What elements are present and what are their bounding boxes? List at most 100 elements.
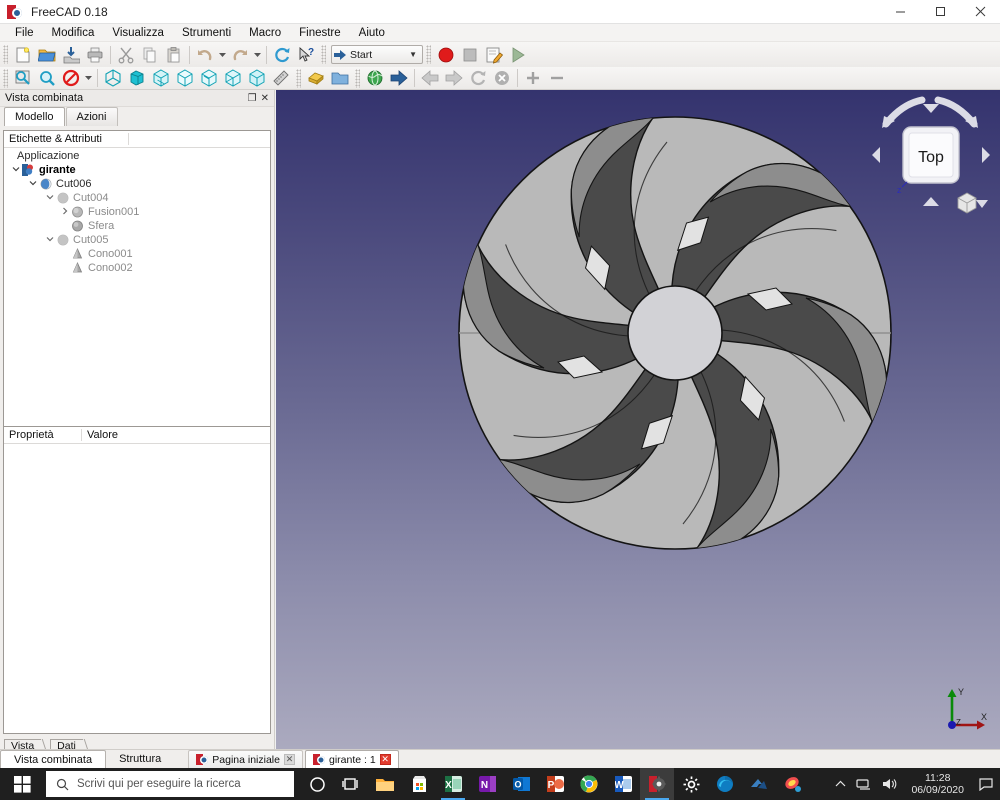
bottom-tab-struttura[interactable]: Struttura bbox=[106, 750, 175, 768]
3d-view[interactable]: Top z Y X Z bbox=[276, 90, 1000, 749]
back-icon[interactable] bbox=[418, 67, 442, 89]
taskbar-clock[interactable]: 11:28 06/09/2020 bbox=[903, 772, 972, 796]
go-forward-icon[interactable] bbox=[387, 67, 411, 89]
tree-item-fusion001[interactable]: Fusion001 bbox=[4, 205, 270, 219]
rear-view-icon[interactable] bbox=[197, 67, 221, 89]
document-tab-girante[interactable]: girante : 1 ✕ bbox=[304, 750, 399, 768]
macro-edit-icon[interactable] bbox=[482, 44, 506, 66]
tab-modello[interactable]: Modello bbox=[4, 107, 65, 126]
menu-strumenti[interactable]: Strumenti bbox=[173, 26, 240, 40]
volume-icon[interactable] bbox=[877, 768, 903, 800]
tree-item-cut006[interactable]: Cut006 bbox=[4, 177, 270, 191]
notifications-icon[interactable] bbox=[972, 768, 1000, 800]
forward-icon[interactable] bbox=[442, 67, 466, 89]
tab-azioni[interactable]: Azioni bbox=[65, 107, 118, 126]
macro-execute-icon[interactable] bbox=[506, 44, 530, 66]
document-tab-pagina-iniziale[interactable]: Pagina iniziale ✕ bbox=[188, 750, 303, 768]
close-icon[interactable]: ✕ bbox=[379, 754, 391, 765]
powerpoint-icon[interactable]: P bbox=[538, 768, 572, 800]
dock-float-button[interactable]: ❐ bbox=[248, 93, 257, 104]
network-icon[interactable] bbox=[851, 768, 877, 800]
edge-icon[interactable] bbox=[708, 768, 742, 800]
navigation-cube[interactable]: Top z bbox=[870, 90, 990, 225]
tree-item-sfera[interactable]: Sfera bbox=[4, 219, 270, 233]
undo-dropdown-arrow-icon[interactable] bbox=[217, 44, 228, 66]
print-icon[interactable] bbox=[83, 44, 107, 66]
outlook-icon[interactable]: O bbox=[504, 768, 538, 800]
word-icon[interactable]: W bbox=[606, 768, 640, 800]
redo-dropdown-arrow-icon[interactable] bbox=[252, 44, 263, 66]
property-editor[interactable]: Proprietà Valore bbox=[3, 426, 271, 734]
menu-visualizza[interactable]: Visualizza bbox=[103, 26, 173, 40]
open-document-icon[interactable] bbox=[35, 44, 59, 66]
tree-item-cut005[interactable]: Cut005 bbox=[4, 233, 270, 247]
bluestacks-icon[interactable] bbox=[742, 768, 776, 800]
chevron-down-icon[interactable] bbox=[44, 235, 55, 245]
dock-close-button[interactable]: ✕ bbox=[261, 93, 269, 104]
toolbar-grip[interactable] bbox=[296, 68, 301, 88]
menu-modifica[interactable]: Modifica bbox=[43, 26, 104, 40]
close-button[interactable] bbox=[960, 0, 1000, 24]
undo-icon[interactable] bbox=[193, 44, 217, 66]
toolbar-grip[interactable] bbox=[321, 45, 326, 64]
cut-icon[interactable] bbox=[114, 44, 138, 66]
tree-item-cono001[interactable]: Cono001 bbox=[4, 247, 270, 261]
menu-file[interactable]: File bbox=[6, 26, 43, 40]
menu-aiuto[interactable]: Aiuto bbox=[350, 26, 394, 40]
save-document-icon[interactable] bbox=[59, 44, 83, 66]
zoom-out-icon[interactable] bbox=[545, 67, 569, 89]
onenote-icon[interactable]: N bbox=[470, 768, 504, 800]
zoom-in-icon[interactable] bbox=[521, 67, 545, 89]
stop-icon[interactable] bbox=[490, 67, 514, 89]
file-explorer-icon[interactable] bbox=[368, 768, 402, 800]
draw-style-icon[interactable] bbox=[59, 67, 83, 89]
boolean-folder-icon[interactable] bbox=[328, 67, 352, 89]
microsoft-store-icon[interactable] bbox=[402, 768, 436, 800]
macro-record-icon[interactable] bbox=[434, 44, 458, 66]
menu-finestre[interactable]: Finestre bbox=[290, 26, 350, 40]
chrome-icon[interactable] bbox=[572, 768, 606, 800]
close-icon[interactable]: ✕ bbox=[283, 754, 295, 765]
toolbar-grip[interactable] bbox=[426, 45, 431, 64]
new-document-icon[interactable] bbox=[11, 44, 35, 66]
reload-icon[interactable] bbox=[466, 67, 490, 89]
whats-this-icon[interactable]: ? bbox=[294, 44, 318, 66]
chevron-down-icon[interactable] bbox=[27, 179, 38, 189]
menu-macro[interactable]: Macro bbox=[240, 26, 290, 40]
workbench-part-icon[interactable] bbox=[304, 67, 328, 89]
fit-selection-icon[interactable] bbox=[35, 67, 59, 89]
draw-style-dropdown-icon[interactable] bbox=[83, 67, 94, 89]
tree-item-girante[interactable]: girante bbox=[4, 163, 270, 177]
settings-icon[interactable] bbox=[674, 768, 708, 800]
cortana-icon[interactable] bbox=[300, 768, 334, 800]
workbench-selector[interactable]: Start ▼ bbox=[331, 45, 423, 64]
windows-start-icon[interactable] bbox=[0, 768, 44, 800]
tray-chevron-up-icon[interactable] bbox=[830, 768, 851, 800]
excel-icon[interactable]: X bbox=[436, 768, 470, 800]
freecad-icon[interactable] bbox=[640, 768, 674, 800]
minimize-button[interactable] bbox=[880, 0, 920, 24]
tree-root-application[interactable]: Applicazione bbox=[4, 149, 270, 163]
top-view-icon[interactable] bbox=[149, 67, 173, 89]
left-view-icon[interactable] bbox=[245, 67, 269, 89]
toolbar-grip[interactable] bbox=[3, 45, 8, 64]
copy-icon[interactable] bbox=[138, 44, 162, 66]
maximize-button[interactable] bbox=[920, 0, 960, 24]
toolbar-grip[interactable] bbox=[355, 68, 360, 88]
measure-icon[interactable] bbox=[269, 67, 293, 89]
chevron-right-icon[interactable] bbox=[59, 207, 70, 217]
axonometric-icon[interactable] bbox=[101, 67, 125, 89]
paint3d-icon[interactable] bbox=[776, 768, 810, 800]
toolbar-grip[interactable] bbox=[3, 68, 8, 88]
bottom-tab-vista-combinata[interactable]: Vista combinata bbox=[0, 750, 107, 768]
tree-item-cono002[interactable]: Cono002 bbox=[4, 261, 270, 275]
bottom-view-icon[interactable] bbox=[221, 67, 245, 89]
chevron-down-icon[interactable]: ▼ bbox=[409, 50, 417, 59]
right-view-icon[interactable] bbox=[173, 67, 197, 89]
tree-item-cut004[interactable]: Cut004 bbox=[4, 191, 270, 205]
chevron-down-icon[interactable] bbox=[44, 193, 55, 203]
task-view-icon[interactable] bbox=[334, 768, 368, 800]
front-view-icon[interactable] bbox=[125, 67, 149, 89]
fit-all-icon[interactable] bbox=[11, 67, 35, 89]
paste-icon[interactable] bbox=[162, 44, 186, 66]
